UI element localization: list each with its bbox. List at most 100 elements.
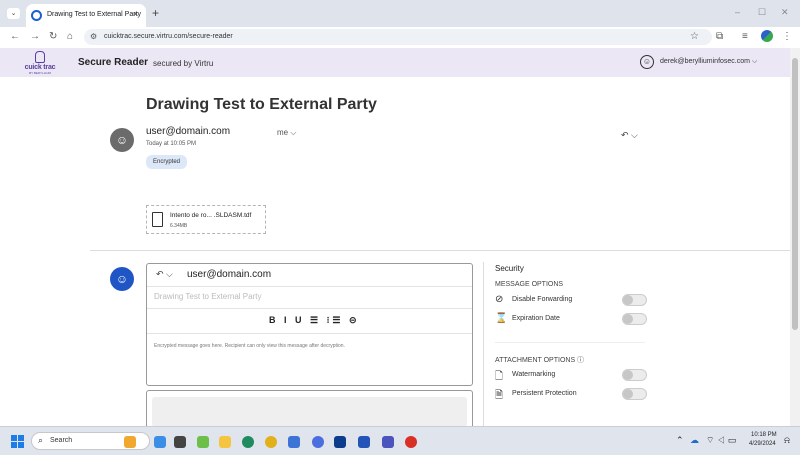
start-tile — [11, 442, 17, 448]
sender-email: user@domain.com — [146, 126, 231, 137]
security-panel-divider — [483, 262, 484, 426]
toggle-knob — [623, 389, 633, 399]
section-divider — [90, 250, 790, 251]
start-tile — [11, 435, 17, 441]
start-tile — [18, 442, 24, 448]
chrome-profile-icon[interactable] — [405, 436, 417, 448]
security-title: Security — [495, 264, 524, 273]
profile-avatar[interactable] — [761, 30, 773, 42]
message-subject: Drawing Test to External Party — [146, 96, 377, 113]
windows-start-icon[interactable] — [11, 435, 24, 448]
brand-name: cuick trac — [24, 64, 56, 71]
store-icon[interactable] — [288, 436, 300, 448]
home-icon[interactable]: ⌂ — [67, 31, 73, 42]
file-explorer-icon[interactable] — [219, 436, 231, 448]
expiration-date-label: Expiration Date — [512, 315, 560, 322]
compose-divider — [147, 286, 472, 287]
browser-tab[interactable]: Drawing Test to External Party × — [26, 4, 146, 27]
tab-title: Drawing Test to External Party — [47, 11, 142, 18]
attachment-card[interactable]: Intento de ro... .SLDASM.tdf 6.34MB — [146, 205, 266, 234]
url-text[interactable]: cuicktrac.secure.virtru.com/secure-reade… — [104, 33, 233, 40]
file-icon — [152, 212, 163, 227]
reply-subject-field[interactable]: Drawing Test to External Party — [154, 292, 261, 301]
outlook-icon[interactable] — [358, 436, 370, 448]
start-tile — [18, 435, 24, 441]
app-title: Secure Reader — [78, 57, 149, 68]
attachment-name: Intento de ro... .SLDASM.tdf — [170, 212, 252, 219]
recipient-toggle[interactable]: me ⌵ — [277, 128, 296, 138]
sender-avatar: ☺ — [110, 128, 134, 152]
attachment-size: 6.34MB — [170, 223, 188, 229]
notification-bell-icon[interactable]: ⍾ — [784, 435, 790, 446]
formatting-toolbar[interactable]: B I U ☰ ⁝☰ ⊝ — [269, 315, 360, 326]
browser-toolbar: ← → ↻ ⌂ ⚙ cuicktrac.secure.virtru.com/se… — [0, 27, 800, 47]
security-separator — [495, 342, 645, 343]
brand-logo[interactable]: cuick trac BY BERYLLIUM — [20, 51, 60, 75]
compose-divider — [147, 333, 472, 334]
edge-icon[interactable] — [242, 436, 254, 448]
close-window-button[interactable]: ✕ — [781, 7, 789, 18]
windows-taskbar: ⌕ Search ⌃ ☁ ⌔ ◁ ▭ 10:18 PM 4/29/2024 ⍾ — [0, 426, 800, 455]
forward-icon[interactable]: → — [30, 31, 40, 42]
media-icon[interactable]: ≡ — [742, 31, 748, 42]
persistent-protection-label: Persistent Protection — [512, 390, 577, 397]
address-bar[interactable]: ⚙ cuicktrac.secure.virtru.com/secure-rea… — [84, 29, 712, 45]
app-icon[interactable] — [197, 436, 209, 448]
user-menu[interactable]: derek@berylliuminfosec.com ⌵ — [660, 58, 757, 66]
clock-time[interactable]: 10:18 PM — [751, 432, 777, 438]
reply-type-button[interactable]: ↶ ⌵ — [156, 269, 173, 280]
disable-forwarding-toggle[interactable] — [622, 294, 647, 306]
lock-icon — [35, 51, 45, 63]
search-label: Search — [50, 437, 73, 444]
bookmark-star-icon[interactable]: ☆ — [690, 31, 699, 42]
reply-compose-box: ↶ ⌵ user@domain.com Drawing Test to Exte… — [146, 263, 473, 386]
page-scrollbar[interactable] — [790, 48, 800, 426]
widgets-icon[interactable] — [124, 436, 136, 448]
onedrive-icon[interactable]: ☁ — [690, 435, 699, 446]
minimize-button[interactable]: – — [735, 7, 740, 17]
teams-icon[interactable] — [382, 436, 394, 448]
network-volume-battery-icon[interactable]: ⌔ ◁ ▭ — [706, 435, 736, 446]
tab-search-button[interactable]: ⌄ — [7, 8, 20, 19]
maximize-button[interactable]: ☐ — [758, 7, 766, 18]
watermarking-toggle[interactable] — [622, 369, 647, 381]
app-header: cuick trac BY BERYLLIUM Secure Reader se… — [0, 48, 790, 77]
reply-body-field[interactable]: Encrypted message goes here. Recipient c… — [154, 343, 345, 349]
chrome-icon[interactable] — [265, 436, 277, 448]
search-icon: ⌕ — [38, 435, 44, 445]
task-view-icon[interactable] — [174, 436, 186, 448]
persistent-protection-icon: 🗎 — [495, 390, 504, 401]
attachment-options-heading: ATTACHMENT OPTIONS ⓘ — [495, 357, 585, 364]
terminal-icon[interactable] — [334, 436, 346, 448]
message-timestamp: Today at 10:05 PM — [146, 141, 197, 147]
persistent-protection-toggle[interactable] — [622, 388, 647, 400]
disable-forwarding-label: Disable Forwarding — [512, 296, 573, 303]
back-icon[interactable]: ← — [10, 31, 20, 42]
disable-forwarding-icon: ⊘ — [495, 294, 504, 305]
extensions-icon[interactable]: ⧉ — [716, 31, 723, 42]
clock-date[interactable]: 4/29/2024 — [749, 441, 776, 447]
site-info-icon[interactable]: ⚙ — [90, 32, 97, 41]
compose-divider — [147, 308, 472, 309]
new-tab-button[interactable]: + — [152, 6, 159, 20]
tab-close-icon[interactable]: × — [133, 9, 138, 19]
reload-icon[interactable]: ↻ — [49, 31, 57, 42]
compose-placeholder-area[interactable] — [152, 397, 467, 427]
copilot-icon[interactable] — [154, 436, 166, 448]
watermarking-label: Watermarking — [512, 371, 556, 378]
encrypted-badge: Encrypted — [146, 155, 188, 169]
messenger-icon[interactable] — [312, 436, 324, 448]
user-account-icon[interactable]: ☺ — [640, 55, 654, 69]
toggle-knob — [623, 370, 633, 380]
tab-favicon-icon — [31, 10, 42, 21]
reply-recipient[interactable]: user@domain.com — [187, 269, 271, 280]
watermark-icon: 🗋 — [495, 371, 504, 382]
reply-options-button[interactable]: ↶ ⌵ — [621, 130, 638, 141]
scrollbar-thumb[interactable] — [792, 58, 798, 330]
message-options-heading: MESSAGE OPTIONS — [495, 281, 564, 288]
expiration-date-toggle[interactable] — [622, 313, 647, 325]
tray-overflow-icon[interactable]: ⌃ — [676, 435, 684, 446]
brand-subtext: BY BERYLLIUM — [29, 71, 51, 75]
hourglass-icon: ⌛ — [495, 313, 508, 324]
menu-kebab-icon[interactable]: ⋮ — [782, 31, 792, 42]
